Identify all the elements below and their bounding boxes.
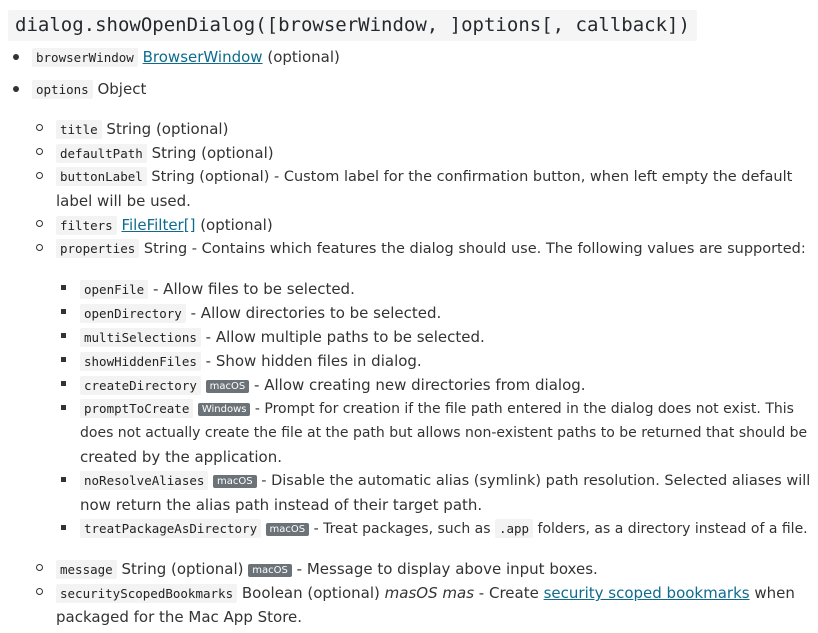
bullet-circle: [36, 244, 43, 251]
security-scoped-bookmarks-link[interactable]: security scoped bookmarks: [544, 584, 750, 602]
property-desc: - Allow files to be selected.: [153, 280, 355, 298]
option-buttonlabel: buttonLabel String (optional) - Custom l…: [56, 165, 792, 189]
option-name: buttonLabel: [56, 167, 147, 186]
option-name: message: [56, 560, 117, 579]
property-desc: - Treat packages, such as: [313, 521, 491, 537]
option-type: String (optional): [121, 560, 244, 578]
option-desc: String (optional): [106, 120, 229, 138]
property-name: noResolveAliases: [80, 471, 209, 490]
platform-badge-macos: macOS: [213, 475, 257, 488]
option-securityscopedbookmarks: securityScopedBookmarks Boolean (optiona…: [56, 581, 795, 606]
option-desc: String (optional): [151, 144, 274, 162]
property-createdirectory: createDirectory macOS - Allow creating n…: [80, 373, 586, 398]
param-browserwindow: browserWindow BrowserWindow (optional): [32, 45, 340, 70]
param-optional: (optional): [267, 48, 340, 66]
option-filters: filters FileFilter[] (optional): [56, 213, 273, 238]
bullet-circle: [36, 124, 43, 131]
bullet-disc: [13, 86, 19, 92]
bullet-square: [61, 405, 66, 410]
property-showhiddenfiles: showHiddenFiles - Show hidden files in d…: [80, 349, 422, 374]
param-type: Object: [97, 80, 147, 98]
property-name: openDirectory: [80, 304, 186, 323]
property-name: treatPackageAsDirectory: [80, 519, 262, 538]
option-desc-continued: packaged for the Mac App Store.: [56, 608, 303, 626]
property-desc: - Allow creating new directories from di…: [254, 376, 586, 394]
param-name: browserWindow: [32, 48, 138, 67]
property-name: showHiddenFiles: [80, 352, 201, 371]
property-desc-continued: created by the application.: [80, 448, 282, 466]
option-desc: String - Contains which features the dia…: [143, 241, 806, 257]
property-name: openFile: [80, 280, 149, 299]
platform-badge-macos: macOS: [248, 564, 292, 577]
property-desc: - Allow directories to be selected.: [190, 304, 442, 322]
bullet-square: [61, 525, 66, 530]
option-properties: properties String - Contains which featu…: [56, 237, 806, 261]
app-extension-code: .app: [494, 519, 534, 538]
option-desc: - Message to display above input boxes.: [296, 560, 598, 578]
param-name: options: [32, 80, 93, 99]
bullet-disc: [13, 54, 19, 60]
property-desc: - Allow multiple paths to be selected.: [205, 328, 485, 346]
option-name: filters: [56, 216, 117, 235]
bullet-square: [61, 477, 66, 482]
bullet-circle: [36, 588, 43, 595]
bullet-square: [61, 285, 66, 290]
option-message: message String (optional) macOS - Messag…: [56, 557, 598, 582]
bullet-circle: [36, 220, 43, 227]
bullet-circle: [36, 148, 43, 155]
param-options: options Object: [32, 77, 146, 102]
option-name: securityScopedBookmarks: [56, 584, 238, 603]
property-noresolvealiases: noResolveAliases macOS - Disable the aut…: [80, 469, 810, 493]
property-name: promptToCreate: [80, 399, 194, 418]
property-multiselections: multiSelections - Allow multiple paths t…: [80, 325, 485, 350]
option-type: Boolean (optional): [241, 584, 380, 602]
option-desc: - Create: [478, 584, 539, 602]
option-optional: (optional): [200, 216, 273, 234]
option-desc: String (optional) - Custom label for the…: [151, 169, 793, 185]
property-prompttocreate: promptToCreate Windows - Prompt for crea…: [80, 397, 794, 421]
property-desc: - Prompt for creation if the file path e…: [254, 401, 794, 417]
method-signature-heading: dialog.showOpenDialog([browserWindow, ]o…: [8, 10, 697, 41]
filefilter-type-link[interactable]: FileFilter[]: [121, 216, 195, 234]
browserwindow-type-link[interactable]: BrowserWindow: [143, 48, 263, 66]
property-treatpackageasdirectory: treatPackageAsDirectory macOS - Treat pa…: [80, 517, 808, 541]
platform-badge-windows: Windows: [197, 403, 251, 416]
platform-badge-macos: macOS: [205, 380, 250, 393]
bullet-square: [61, 309, 66, 314]
option-defaultpath: defaultPath String (optional): [56, 141, 274, 166]
property-desc: folders, as a directory instead of a fil…: [537, 521, 808, 537]
property-name: createDirectory: [80, 376, 201, 395]
bullet-square: [61, 381, 66, 386]
option-name: properties: [56, 239, 140, 258]
platform-label: masOS mas: [384, 584, 475, 602]
platform-badge-macos: macOS: [265, 523, 310, 536]
bullet-square: [61, 333, 66, 338]
property-desc: - Disable the automatic alias (symlink) …: [261, 473, 811, 489]
property-name: multiSelections: [80, 328, 201, 347]
option-title: title String (optional): [56, 117, 228, 142]
option-name: defaultPath: [56, 144, 147, 163]
bullet-circle: [36, 564, 43, 571]
property-desc: - Show hidden files in dialog.: [205, 352, 422, 370]
bullet-square: [61, 357, 66, 362]
bullet-circle: [36, 172, 43, 179]
option-desc: when: [754, 584, 795, 602]
option-name: title: [56, 120, 102, 139]
property-desc-continued: does not actually create the file at the…: [80, 425, 808, 441]
option-desc-continued: label will be used.: [56, 192, 191, 210]
property-desc-continued: now return the alias path instead of the…: [80, 496, 483, 514]
property-openfile: openFile - Allow files to be selected.: [80, 277, 355, 302]
property-opendirectory: openDirectory - Allow directories to be …: [80, 301, 441, 326]
